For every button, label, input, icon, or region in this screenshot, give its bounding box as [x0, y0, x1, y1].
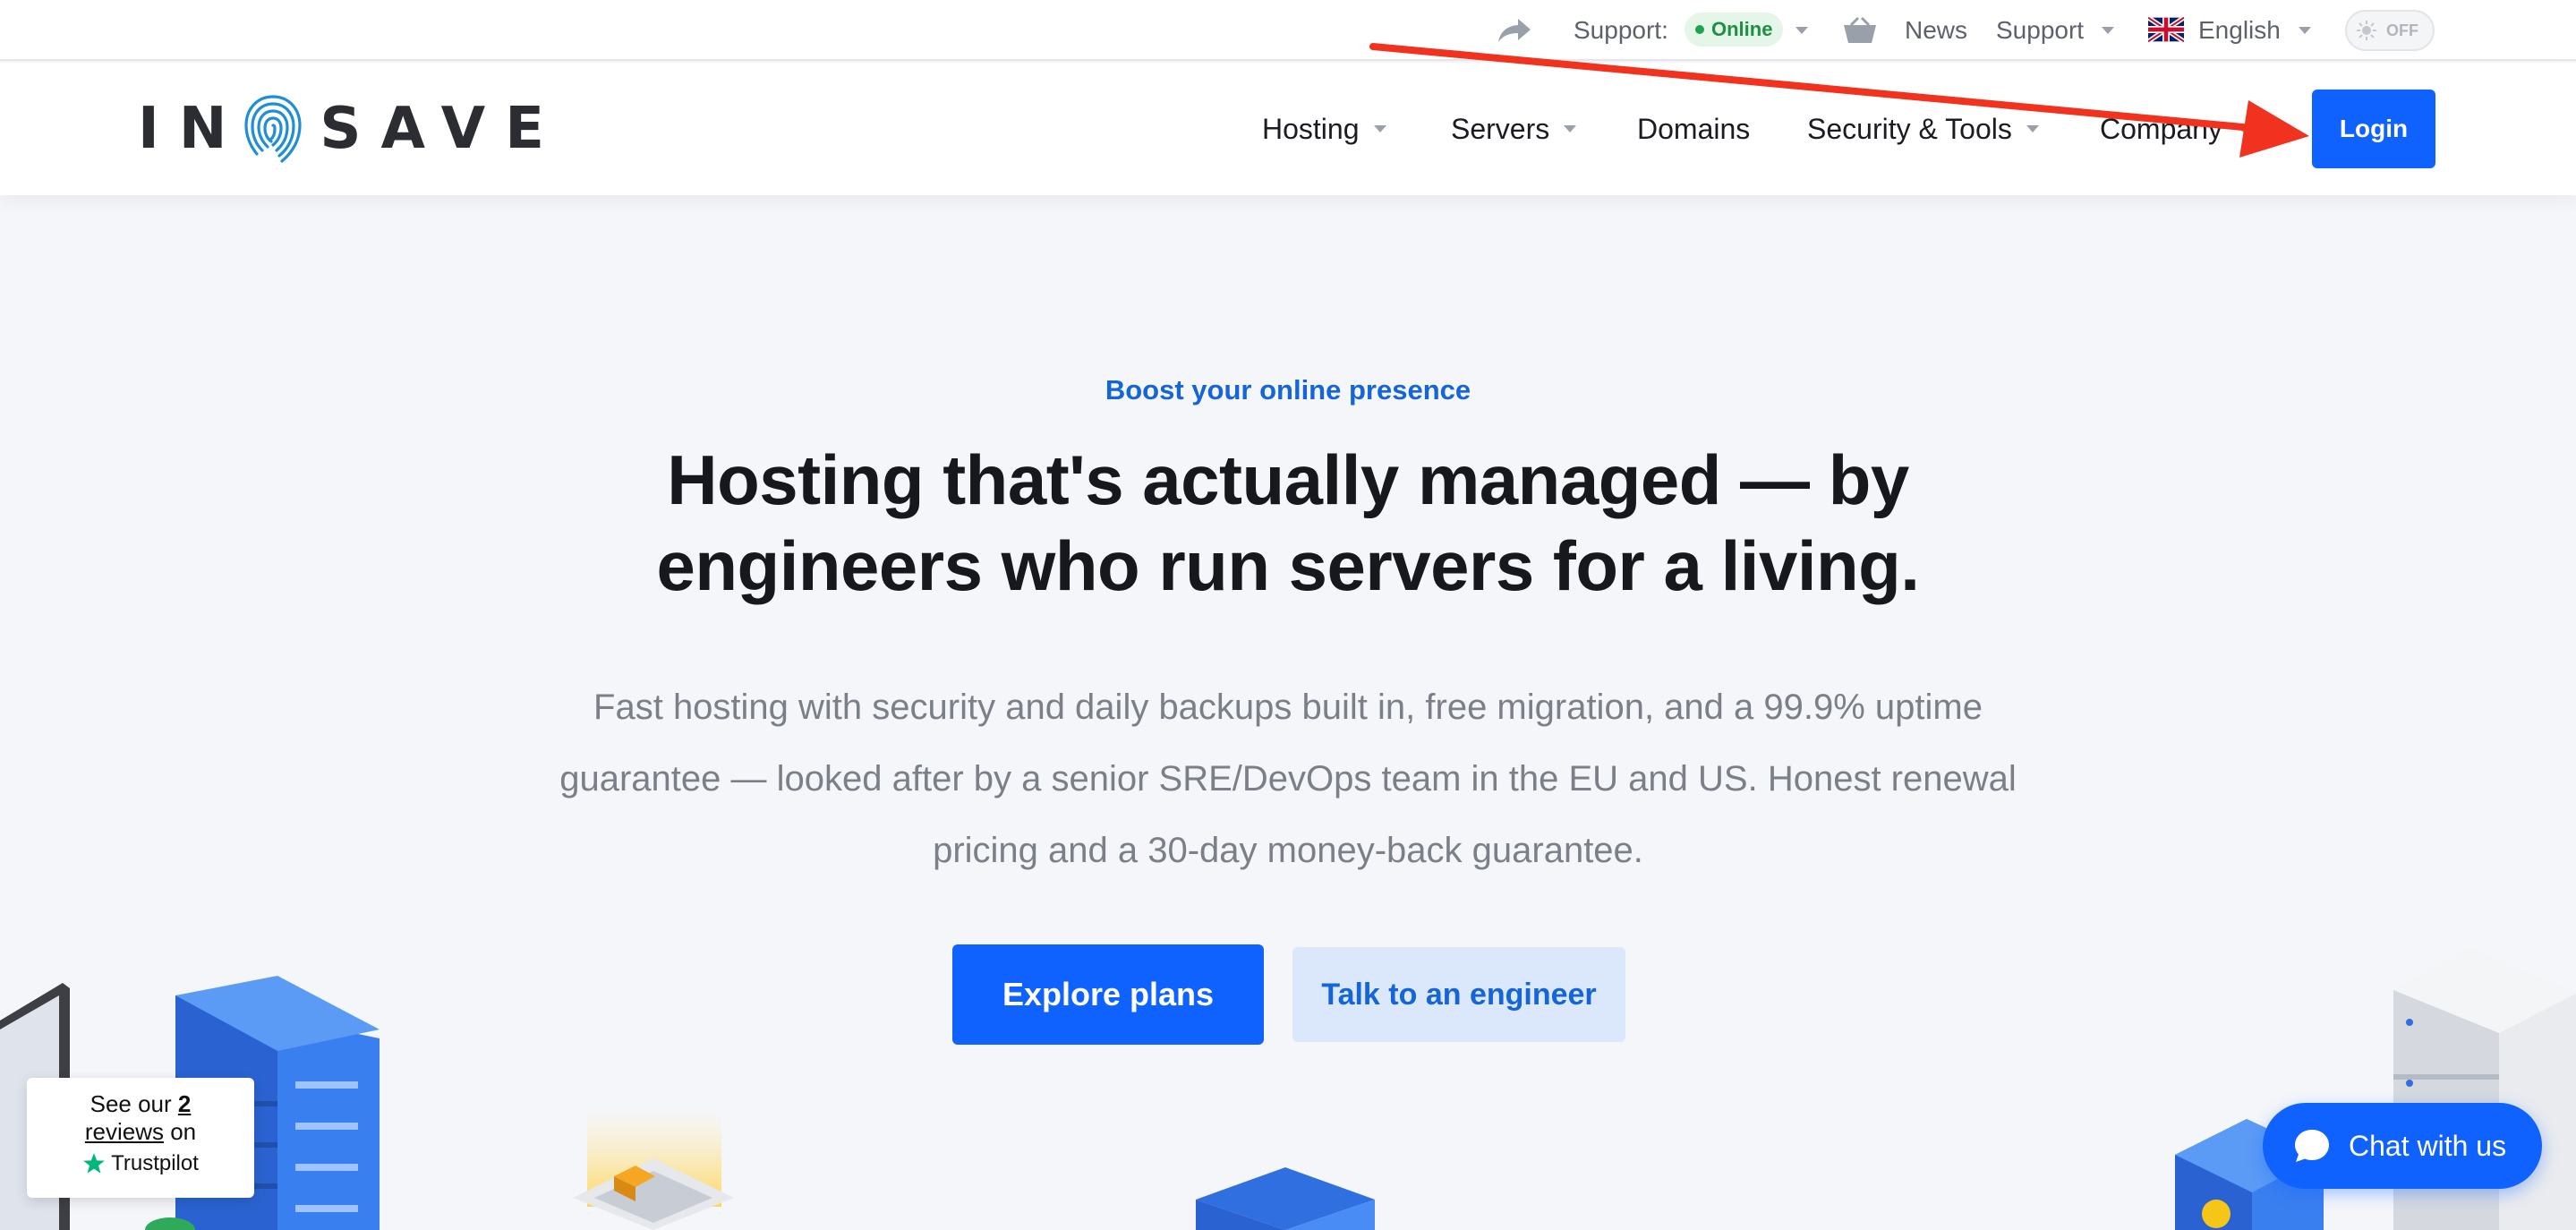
trustpilot-brand: Trustpilot — [111, 1151, 199, 1175]
trustpilot-suffix: on — [163, 1118, 197, 1145]
share-icon[interactable] — [1497, 0, 1536, 61]
trustpilot-reviews-link[interactable]: reviews — [85, 1118, 164, 1145]
hero-eyebrow: Boost your online presence — [1105, 374, 1471, 406]
nav-hosting-label: Hosting — [1262, 112, 1360, 145]
chat-button-label: Chat with us — [2349, 1129, 2507, 1162]
status-badge: Online — [1685, 13, 1784, 47]
logo-text-left: IN — [138, 96, 247, 162]
trustpilot-prefix: See our — [90, 1090, 178, 1117]
chevron-down-icon — [1373, 125, 1386, 132]
nav-security-tools[interactable]: Security & Tools — [1807, 63, 2039, 195]
chevron-down-icon[interactable] — [2102, 0, 2114, 61]
page-title: Hosting that's actually managed — by eng… — [656, 440, 1920, 605]
support-label: Support: — [1574, 16, 1668, 44]
theme-toggle-label: OFF — [2386, 21, 2418, 39]
chevron-down-icon — [2026, 125, 2039, 132]
nav-company[interactable]: Company — [2100, 63, 2249, 195]
online-dot-icon — [1695, 25, 1704, 34]
login-button[interactable]: Login — [2312, 90, 2435, 168]
explore-plans-button[interactable]: Explore plans — [952, 944, 1264, 1045]
nav-servers-label: Servers — [1451, 112, 1550, 145]
utility-bar: Support: Online News Support English OFF — [0, 0, 2576, 61]
hero-subtitle: Fast hosting with security and daily bac… — [559, 688, 2017, 870]
nav-hosting[interactable]: Hosting — [1262, 63, 1386, 195]
chevron-down-icon — [1564, 125, 1577, 132]
box-illustration — [573, 1108, 734, 1230]
trustpilot-star-icon — [83, 1153, 106, 1174]
logo-text-right: SAVE — [320, 96, 564, 162]
trustpilot-count[interactable]: 2 — [178, 1090, 191, 1117]
chevron-down-icon[interactable] — [1796, 0, 1808, 61]
chevron-down-icon[interactable] — [2299, 0, 2311, 61]
chat-button[interactable]: Chat with us — [2263, 1103, 2542, 1189]
nav-security-tools-label: Security & Tools — [1807, 112, 2012, 145]
status-badge-text: Online — [1711, 18, 1773, 40]
nav-domains-label: Domains — [1637, 112, 1751, 145]
nav-company-label: Company — [2100, 112, 2222, 145]
language-selector[interactable]: English — [2198, 0, 2281, 61]
nav-domains[interactable]: Domains — [1637, 63, 1750, 195]
logo[interactable]: IN SAVE — [138, 86, 564, 172]
main-nav: IN SAVE Hosting Servers Domains Security — [0, 63, 2576, 195]
theme-toggle[interactable]: OFF — [2345, 10, 2435, 51]
sun-icon — [2354, 18, 2379, 43]
server-top-illustration — [1196, 1167, 1375, 1230]
fingerprint-icon — [244, 95, 302, 163]
chat-bubble-icon — [2295, 1130, 2329, 1162]
talk-to-engineer-button[interactable]: Talk to an engineer — [1292, 947, 1625, 1042]
chevron-down-icon — [2236, 125, 2249, 132]
support-menu[interactable]: Support — [1996, 0, 2084, 61]
nav-servers[interactable]: Servers — [1451, 63, 1577, 195]
news-link[interactable]: News — [1905, 0, 1967, 61]
trustpilot-widget[interactable]: See our 2 reviews on Trustpilot — [27, 1078, 254, 1198]
basket-icon[interactable] — [1842, 0, 1880, 61]
uk-flag-icon — [2148, 16, 2184, 43]
